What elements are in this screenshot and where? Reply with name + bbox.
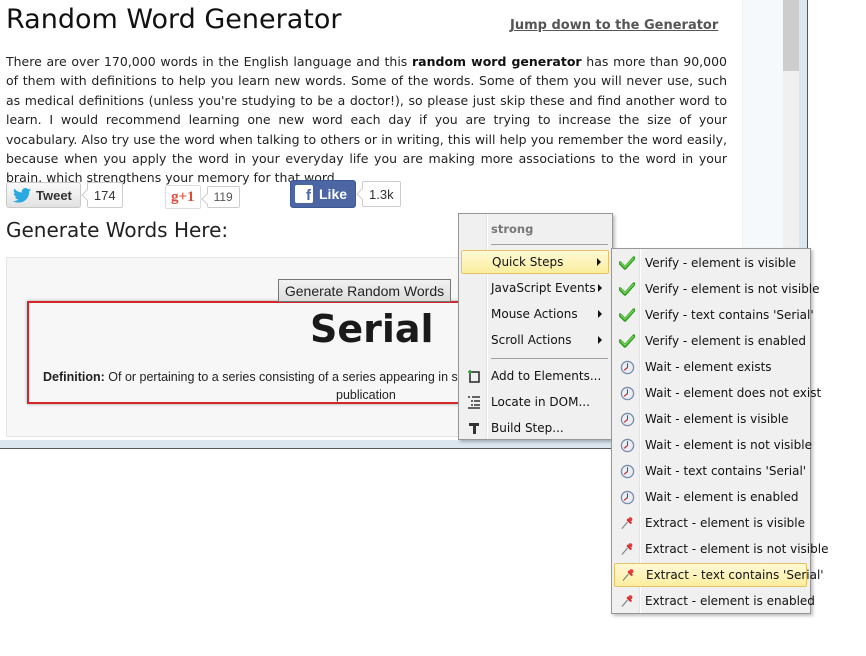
- add-element-icon: [466, 368, 482, 384]
- gplus-button[interactable]: g+1: [165, 185, 201, 209]
- generator-heading: Generate Words Here:: [6, 218, 229, 242]
- menu-item-mouse-actions[interactable]: Mouse Actions: [461, 302, 609, 326]
- gplus-widget: g+1 119: [165, 183, 240, 211]
- quick-step-label: Wait - element is not visible: [645, 438, 812, 452]
- menu-item-label: JavaScript Events: [491, 281, 596, 295]
- menu-item-label: Quick Steps: [492, 255, 564, 269]
- menu-item-javascript-events[interactable]: JavaScript Events: [461, 276, 609, 300]
- quick-step-item[interactable]: Extract - element is visible: [614, 511, 807, 535]
- generate-random-words-button[interactable]: Generate Random Words: [278, 279, 451, 302]
- pushpin-icon: [618, 514, 636, 532]
- quick-step-item[interactable]: Wait - element exists: [614, 355, 807, 379]
- pushpin-icon: [618, 540, 636, 558]
- menu-item-label: Build Step...: [491, 421, 564, 435]
- submenu-arrow-icon: [597, 258, 601, 266]
- quick-step-item[interactable]: Verify - text contains 'Serial': [614, 303, 814, 327]
- like-count: 1.3k: [362, 181, 401, 207]
- like-label: Like: [319, 186, 348, 202]
- quick-step-item[interactable]: Wait - element is visible: [614, 407, 807, 431]
- intro-text-2: has more than 90,000 of them with defini…: [6, 54, 727, 186]
- tweet-label: Tweet: [36, 187, 72, 203]
- quick-step-item[interactable]: Verify - element is visible: [614, 251, 807, 275]
- gplus-count: 119: [206, 186, 240, 208]
- clock-icon: [618, 488, 636, 506]
- quick-step-label: Extract - text contains 'Serial': [646, 568, 824, 582]
- quick-step-item[interactable]: Verify - element is enabled: [614, 329, 807, 353]
- clock-icon: [618, 384, 636, 402]
- menu-item-label: Scroll Actions: [491, 333, 572, 347]
- submenu-arrow-icon: [598, 310, 602, 318]
- tweet-count: 174: [86, 182, 123, 208]
- quick-step-label: Verify - element is not visible: [645, 282, 820, 296]
- pushpin-icon: [618, 592, 636, 610]
- quick-step-item[interactable]: Extract - element is not visible: [614, 537, 828, 561]
- quick-step-label: Wait - element exists: [645, 360, 772, 374]
- tweet-widget: Tweet 174: [6, 181, 123, 209]
- clock-icon: [618, 436, 636, 454]
- twitter-bird-icon: [13, 187, 31, 203]
- check-icon: [618, 306, 636, 324]
- quick-step-label: Wait - element is enabled: [645, 490, 799, 504]
- tweet-button[interactable]: Tweet: [6, 182, 81, 208]
- intro-paragraph: There are over 170,000 words in the Engl…: [6, 52, 727, 188]
- submenu-arrow-icon: [598, 284, 602, 292]
- check-icon: [618, 280, 636, 298]
- quick-step-item[interactable]: Extract - element is enabled: [614, 589, 815, 613]
- intro-text-1: There are over 170,000 words in the Engl…: [6, 54, 413, 69]
- quick-step-label: Wait - element is visible: [645, 412, 789, 426]
- quick-step-label: Verify - element is enabled: [645, 334, 806, 348]
- quick-step-label: Wait - text contains 'Serial': [645, 464, 807, 478]
- quick-step-label: Verify - element is visible: [645, 256, 797, 270]
- facebook-like-button[interactable]: f Like: [290, 180, 357, 208]
- definition-text: Of or pertaining to a series consisting …: [104, 370, 471, 384]
- clock-icon: [618, 410, 636, 428]
- generated-word: Serial: [310, 307, 434, 351]
- page-title: Random Word Generator: [6, 4, 342, 35]
- hammer-icon: [466, 420, 482, 436]
- context-menu-header: strong: [491, 222, 534, 236]
- menu-item-label: Mouse Actions: [491, 307, 578, 321]
- jump-to-generator-link[interactable]: Jump down to the Generator: [510, 18, 718, 33]
- facebook-widget: f Like 1.3k: [290, 180, 401, 208]
- menu-item-add-to-elements[interactable]: Add to Elements...: [461, 364, 609, 388]
- menu-item-scroll-actions[interactable]: Scroll Actions: [461, 328, 609, 352]
- scrollbar-thumb[interactable]: [783, 0, 799, 71]
- menu-item-build-step[interactable]: Build Step...: [461, 416, 609, 440]
- menu-item-locate-in-dom[interactable]: Locate in DOM...: [461, 390, 609, 414]
- menu-separator: [491, 358, 608, 359]
- quick-step-item[interactable]: Wait - element is not visible: [614, 433, 812, 457]
- quick-step-item[interactable]: Wait - text contains 'Serial': [614, 459, 807, 483]
- menu-item-label: Add to Elements...: [491, 369, 602, 383]
- menu-item-quick-steps[interactable]: Quick Steps: [461, 250, 609, 274]
- quick-step-item[interactable]: Wait - element does not exist: [614, 381, 821, 405]
- quick-step-label: Extract - element is not visible: [645, 542, 829, 556]
- quick-steps-submenu: Verify - element is visible Verify - elem…: [611, 248, 828, 614]
- clock-icon: [618, 358, 636, 376]
- quick-step-item[interactable]: Verify - element is not visible: [614, 277, 820, 301]
- submenu-arrow-icon: [598, 336, 602, 344]
- menu-item-label: Locate in DOM...: [491, 395, 590, 409]
- quick-step-label: Extract - element is enabled: [645, 594, 815, 608]
- locate-dom-icon: [466, 394, 482, 410]
- definition-label: Definition:: [43, 370, 105, 384]
- clock-icon: [618, 462, 636, 480]
- quick-step-label: Verify - text contains 'Serial': [645, 308, 814, 322]
- quick-step-item[interactable]: Extract - text contains 'Serial': [614, 563, 824, 587]
- facebook-icon: f: [295, 185, 313, 203]
- intro-bold: random word generator: [412, 54, 582, 69]
- check-icon: [618, 254, 636, 272]
- menu-separator: [491, 244, 608, 245]
- quick-step-label: Extract - element is visible: [645, 516, 805, 530]
- quick-step-item[interactable]: Wait - element is enabled: [614, 485, 807, 509]
- quick-step-label: Wait - element does not exist: [645, 386, 822, 400]
- pushpin-icon: [619, 566, 637, 584]
- context-menu: strong Quick Steps JavaScript Events Mou…: [458, 213, 613, 440]
- check-icon: [618, 332, 636, 350]
